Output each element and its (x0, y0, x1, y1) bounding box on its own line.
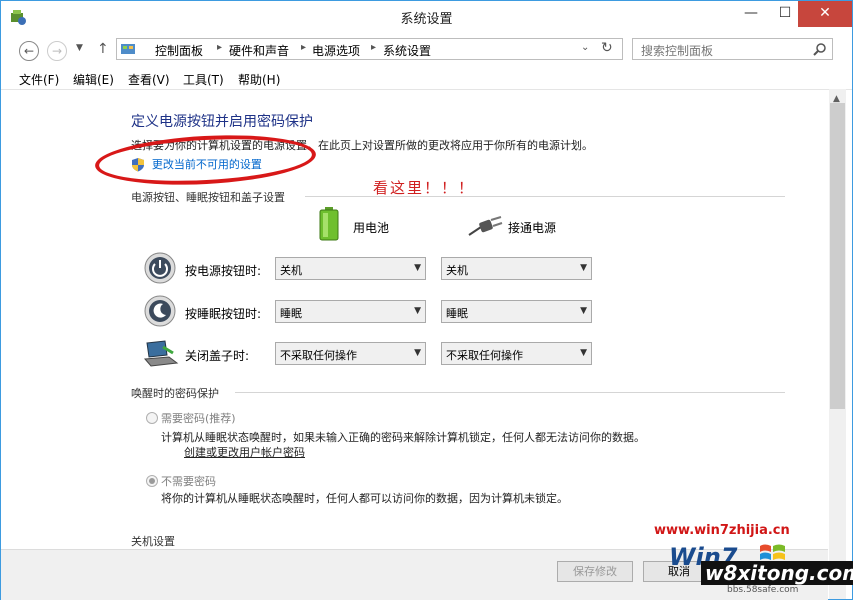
address-dropdown-icon[interactable]: ⌄ (581, 42, 589, 53)
column-battery-label: 用电池 (353, 221, 390, 235)
title-bar: 系统设置 — ☐ ✕ (1, 1, 852, 33)
watermark-site-2: w8xitong.com (701, 561, 853, 585)
menu-tools[interactable]: 工具(T) (183, 71, 224, 88)
red-highlight-oval (93, 130, 318, 190)
selected-value: 不采取任何操作 (280, 349, 357, 362)
minimize-button[interactable]: — (734, 1, 768, 27)
back-button[interactable]: ← (19, 41, 39, 61)
up-button[interactable]: ↑ (97, 41, 109, 57)
lid-close-battery-select[interactable]: 不采取任何操作 ▼ (275, 342, 426, 365)
refresh-icon[interactable]: ↻ (601, 40, 613, 56)
require-password-label: 需要密码(推荐) (161, 412, 236, 425)
power-button-icon (144, 252, 176, 284)
section-heading-shutdown: 关机设置 (131, 535, 175, 548)
breadcrumb-power-options[interactable]: 电源选项 (312, 42, 360, 59)
breadcrumb-separator[interactable]: ▸ (371, 42, 376, 53)
search-input[interactable]: 搜索控制面板 (632, 38, 833, 60)
search-placeholder: 搜索控制面板 (641, 44, 714, 58)
lid-close-plugged-select[interactable]: 不采取任何操作 ▼ (441, 342, 592, 365)
page-title: 定义电源按钮并启用密码保护 (131, 114, 313, 130)
sleep-button-label: 按睡眠按钮时: (185, 307, 262, 321)
radio-selected-dot (149, 478, 155, 484)
section-divider (305, 196, 785, 197)
power-button-label: 按电源按钮时: (185, 264, 262, 278)
chevron-down-icon: ▼ (580, 306, 587, 316)
account-password-link[interactable]: 创建或更改用户帐户密码 (184, 444, 305, 460)
scroll-thumb[interactable] (830, 103, 845, 409)
annotation-text: 看这里！！！ (373, 179, 476, 197)
menu-file[interactable]: 文件(F) (19, 71, 59, 88)
close-button[interactable]: ✕ (798, 1, 852, 27)
breadcrumb-system-settings[interactable]: 系统设置 (383, 42, 431, 59)
save-changes-button[interactable]: 保存修改 (557, 561, 633, 582)
watermark-site-3: bbs.58safe.com (727, 585, 799, 595)
window-title: 系统设置 (400, 12, 453, 27)
maximize-button[interactable]: ☐ (768, 1, 802, 27)
sleep-button-battery-select[interactable]: 睡眠 ▼ (275, 300, 426, 323)
section-heading-buttons: 电源按钮、睡眠按钮和盖子设置 (131, 191, 285, 204)
lid-close-label: 关闭盖子时: (185, 349, 250, 363)
sleep-button-plugged-select[interactable]: 睡眠 ▼ (441, 300, 592, 323)
menu-bar: 文件(F) 编辑(E) 查看(V) 工具(T) 帮助(H) (1, 67, 852, 90)
chevron-down-icon: ▼ (414, 348, 421, 358)
sleep-button-icon (144, 295, 176, 327)
forward-button[interactable]: → (47, 41, 67, 61)
breadcrumb-control-panel[interactable]: 控制面板 (155, 42, 203, 59)
selected-value: 不采取任何操作 (446, 349, 523, 362)
control-panel-icon (121, 44, 135, 54)
section-heading-password: 唤醒时的密码保护 (131, 387, 219, 400)
recent-locations-button[interactable]: ▼ (76, 43, 83, 53)
selected-value: 睡眠 (280, 307, 302, 320)
breadcrumb-separator[interactable]: ▸ (301, 42, 306, 53)
chevron-down-icon: ▼ (414, 263, 421, 273)
navigation-bar: ← → ▼ ↑ 控制面板 ▸ 硬件和声音 ▸ 电源选项 ▸ 系统设置 ⌄ ↻ 搜… (1, 33, 852, 67)
battery-icon (319, 207, 339, 241)
plug-icon (468, 216, 503, 236)
chevron-down-icon: ▼ (580, 348, 587, 358)
power-button-plugged-select[interactable]: 关机 ▼ (441, 257, 592, 280)
watermark-site-url: www.win7zhijia.cn (654, 523, 790, 538)
chevron-down-icon: ▼ (414, 306, 421, 316)
window: 系统设置 — ☐ ✕ ← → ▼ ↑ 控制面板 ▸ 硬件和声音 ▸ 电源选项 ▸… (0, 0, 853, 600)
selected-value: 睡眠 (446, 307, 468, 320)
no-password-label: 不需要密码 (161, 475, 216, 488)
require-password-description: 计算机从睡眠状态唤醒时，如果未输入正确的密码来解除计算机锁定，任何人都无法访问你… (161, 431, 645, 444)
no-password-description: 将你的计算机从睡眠状态唤醒时，任何人都可以访问你的数据，因为计算机未锁定。 (161, 492, 568, 505)
breadcrumb-hardware-sound[interactable]: 硬件和声音 (229, 42, 289, 59)
menu-view[interactable]: 查看(V) (128, 71, 170, 88)
menu-edit[interactable]: 编辑(E) (73, 71, 114, 88)
section-divider (235, 392, 785, 393)
power-button-battery-select[interactable]: 关机 ▼ (275, 257, 426, 280)
column-plugged-label: 接通电源 (508, 221, 557, 235)
laptop-lid-icon (143, 340, 179, 367)
selected-value: 关机 (280, 264, 302, 277)
address-bar[interactable]: 控制面板 ▸ 硬件和声音 ▸ 电源选项 ▸ 系统设置 ⌄ ↻ (116, 38, 623, 60)
require-password-radio[interactable] (146, 412, 158, 424)
menu-help[interactable]: 帮助(H) (238, 71, 280, 88)
breadcrumb-separator[interactable]: ▸ (217, 42, 222, 53)
chevron-down-icon: ▼ (580, 263, 587, 273)
no-password-radio[interactable] (146, 475, 158, 487)
search-icon[interactable] (813, 42, 827, 56)
vertical-scrollbar[interactable]: ▲ (829, 89, 846, 599)
selected-value: 关机 (446, 264, 468, 277)
